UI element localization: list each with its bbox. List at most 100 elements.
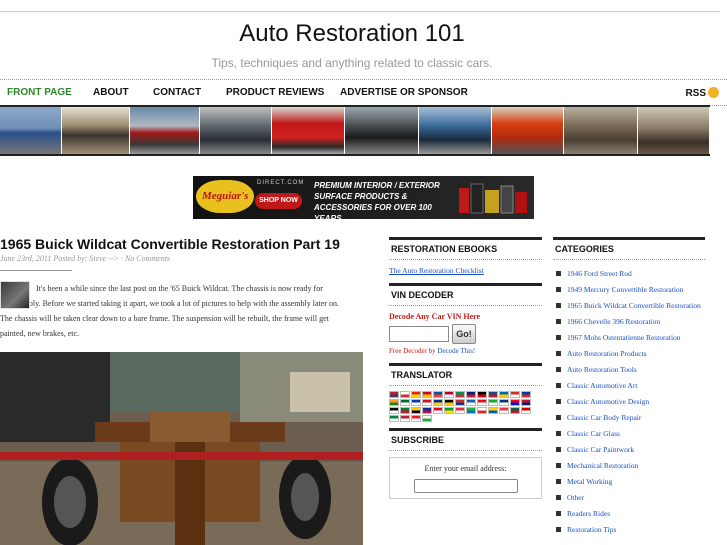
category-item[interactable]: 1946 Ford Street Rod bbox=[553, 268, 705, 279]
nav-contact[interactable]: CONTACT bbox=[153, 87, 201, 98]
category-item[interactable]: 1965 Buick Wildcat Convertible Restorati… bbox=[553, 300, 705, 311]
language-flag-icon[interactable] bbox=[411, 391, 421, 398]
main-nav: FRONT PAGE ABOUT CONTACT PRODUCT REVIEWS… bbox=[0, 79, 727, 106]
language-flag-icon[interactable] bbox=[411, 407, 421, 414]
language-flag-icon[interactable] bbox=[389, 399, 399, 406]
nav-front-page[interactable]: FRONT PAGE bbox=[7, 87, 72, 98]
nav-about[interactable]: ABOUT bbox=[93, 87, 129, 98]
language-flag-icon[interactable] bbox=[466, 407, 476, 414]
category-item[interactable]: Classic Car Paintwork bbox=[553, 444, 705, 455]
gallery-photo[interactable] bbox=[564, 107, 638, 154]
gallery-photo[interactable] bbox=[272, 107, 345, 154]
category-item[interactable]: Classic Car Body Repair bbox=[553, 412, 705, 423]
decode-this-link[interactable]: Decode This! bbox=[437, 347, 475, 355]
meguiars-banner-ad[interactable]: Meguiar's DIRECT.COM SHOP NOW PREMIUM IN… bbox=[193, 176, 534, 219]
checklist-link[interactable]: The Auto Restoration Checklist bbox=[389, 266, 484, 275]
language-flag-icon[interactable] bbox=[488, 407, 498, 414]
category-item[interactable]: Restoration Tips bbox=[553, 524, 705, 535]
vin-input[interactable] bbox=[389, 326, 449, 342]
rss-link[interactable]: RSS bbox=[685, 87, 719, 99]
vin-go-button[interactable]: Go! bbox=[452, 324, 476, 344]
post-title[interactable]: 1965 Buick Wildcat Convertible Restorati… bbox=[0, 236, 340, 252]
language-flag-icon[interactable] bbox=[411, 399, 421, 406]
gallery-photo[interactable] bbox=[638, 107, 710, 154]
category-item[interactable]: Other bbox=[553, 492, 705, 503]
gallery-photo[interactable] bbox=[0, 107, 62, 154]
category-item[interactable]: Readers Rides bbox=[553, 508, 705, 519]
language-flag-icon[interactable] bbox=[455, 407, 465, 414]
banner-domain: DIRECT.COM bbox=[257, 180, 305, 186]
nav-advertise[interactable]: ADVERTISE OR SPONSOR bbox=[340, 87, 468, 98]
language-flag-icon[interactable] bbox=[477, 391, 487, 398]
language-flag-icon[interactable] bbox=[400, 415, 410, 422]
language-flag-icon[interactable] bbox=[422, 399, 432, 406]
rss-icon bbox=[708, 87, 719, 98]
language-flag-icon[interactable] bbox=[455, 391, 465, 398]
language-flag-icon[interactable] bbox=[521, 399, 531, 406]
language-flag-icon[interactable] bbox=[422, 391, 432, 398]
language-flag-icon[interactable] bbox=[521, 391, 531, 398]
category-item[interactable]: Classic Automotive Art bbox=[553, 380, 705, 391]
language-flag-icon[interactable] bbox=[510, 399, 520, 406]
language-flag-icon[interactable] bbox=[477, 399, 487, 406]
language-flag-icon[interactable] bbox=[400, 399, 410, 406]
language-flag-icon[interactable] bbox=[510, 407, 520, 414]
language-flag-icon[interactable] bbox=[455, 399, 465, 406]
language-flag-icon[interactable] bbox=[499, 399, 509, 406]
banner-copy-line: ACCESSORIES FOR OVER 100 YEARS bbox=[314, 203, 432, 219]
language-flag-icon[interactable] bbox=[411, 415, 421, 422]
language-flag-icon[interactable] bbox=[488, 391, 498, 398]
site-title[interactable]: Auto Restoration 101 bbox=[0, 20, 704, 48]
category-item[interactable]: Mechanical Restoration bbox=[553, 460, 705, 471]
category-item[interactable]: 1949 Mercury Convertible Restoration bbox=[553, 284, 705, 295]
meguiars-logo: Meguiar's bbox=[196, 180, 254, 213]
banner-copy: PREMIUM INTERIOR / EXTERIOR SURFACE PROD… bbox=[314, 180, 454, 219]
post-chassis-photo[interactable] bbox=[0, 352, 363, 545]
category-item[interactable]: Classic Automotive Design bbox=[553, 396, 705, 407]
gallery-photo[interactable] bbox=[419, 107, 492, 154]
language-flag-icon[interactable] bbox=[433, 391, 443, 398]
gallery-photo[interactable] bbox=[345, 107, 419, 154]
language-flags bbox=[389, 386, 537, 422]
language-flag-icon[interactable] bbox=[433, 407, 443, 414]
vin-credit: Free Decoder by Decode This! bbox=[389, 347, 476, 355]
comments-link[interactable]: No Comments bbox=[125, 254, 170, 263]
language-flag-icon[interactable] bbox=[422, 415, 432, 422]
email-input[interactable] bbox=[413, 479, 518, 493]
gallery-photo[interactable] bbox=[62, 107, 130, 154]
meta-divider bbox=[0, 270, 72, 271]
category-item[interactable]: 1967 Mohs Ostentatienne Restoration bbox=[553, 332, 705, 343]
language-flag-icon[interactable] bbox=[444, 399, 454, 406]
category-item[interactable]: Auto Restoration Products bbox=[553, 348, 705, 359]
language-flag-icon[interactable] bbox=[444, 407, 454, 414]
gallery-photo[interactable] bbox=[200, 107, 272, 154]
category-item[interactable]: 1966 Chevelle 396 Restoration bbox=[553, 316, 705, 327]
language-flag-icon[interactable] bbox=[389, 407, 399, 414]
language-flag-icon[interactable] bbox=[400, 407, 410, 414]
category-item[interactable]: Metal Working bbox=[553, 476, 705, 487]
language-flag-icon[interactable] bbox=[433, 399, 443, 406]
language-flag-icon[interactable] bbox=[466, 391, 476, 398]
categories-list: 1946 Ford Street Rod 1949 Mercury Conver… bbox=[553, 260, 705, 535]
top-rule bbox=[0, 11, 720, 12]
category-item[interactable]: Auto Restoration Tools bbox=[553, 364, 705, 375]
language-flag-icon[interactable] bbox=[444, 391, 454, 398]
language-flag-icon[interactable] bbox=[389, 415, 399, 422]
language-flag-icon[interactable] bbox=[510, 391, 520, 398]
categories-widget-title: CATEGORIES bbox=[553, 237, 705, 260]
language-flag-icon[interactable] bbox=[488, 399, 498, 406]
language-flag-icon[interactable] bbox=[400, 391, 410, 398]
gallery-photo[interactable] bbox=[492, 107, 564, 154]
language-flag-icon[interactable] bbox=[499, 391, 509, 398]
language-flag-icon[interactable] bbox=[466, 399, 476, 406]
post-thumbnail[interactable] bbox=[0, 281, 30, 309]
language-flag-icon[interactable] bbox=[389, 391, 399, 398]
language-flag-icon[interactable] bbox=[499, 407, 509, 414]
shop-now-button[interactable]: SHOP NOW bbox=[255, 193, 302, 209]
nav-product-reviews[interactable]: PRODUCT REVIEWS bbox=[226, 87, 324, 98]
language-flag-icon[interactable] bbox=[521, 407, 531, 414]
language-flag-icon[interactable] bbox=[422, 407, 432, 414]
gallery-photo[interactable] bbox=[130, 107, 200, 154]
category-item[interactable]: Classic Car Glass bbox=[553, 428, 705, 439]
language-flag-icon[interactable] bbox=[477, 407, 487, 414]
